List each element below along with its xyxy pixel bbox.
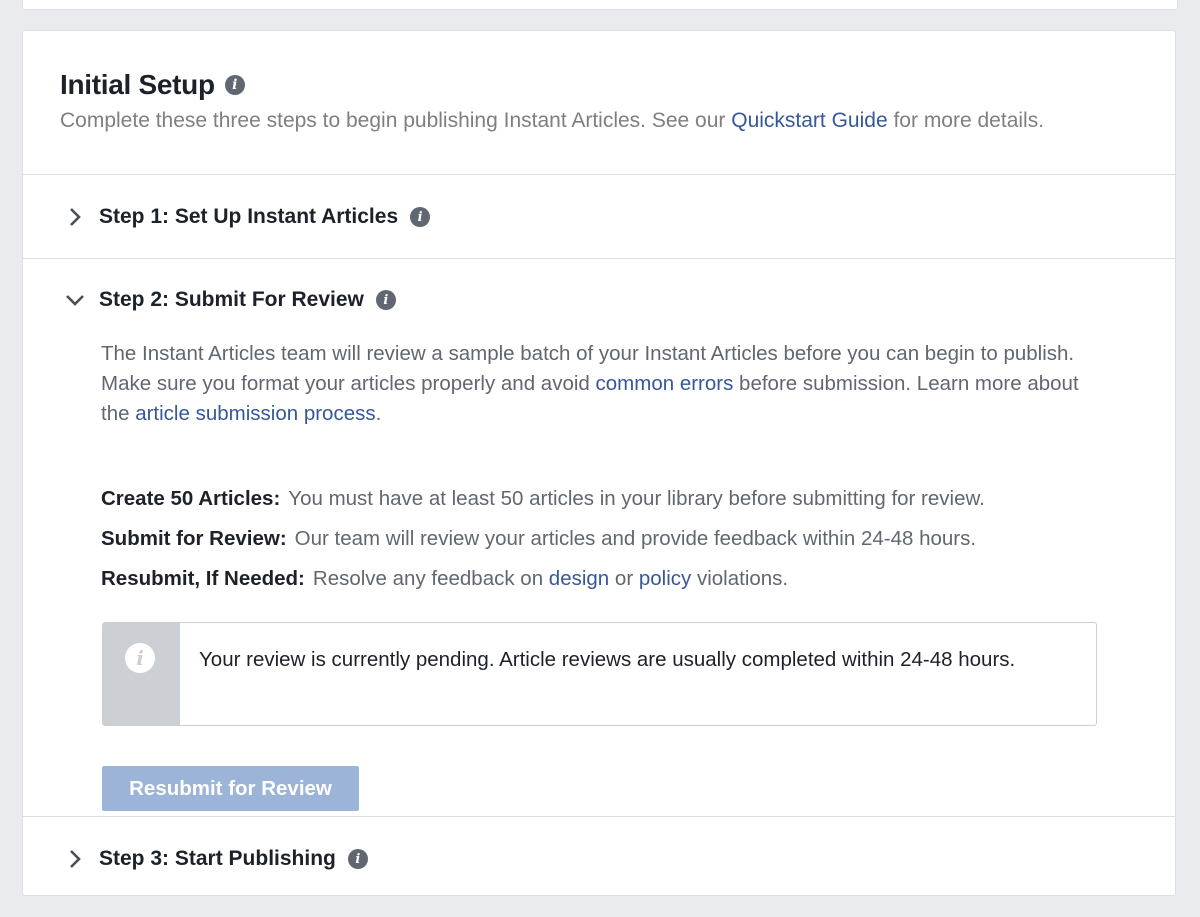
review-pending-notice: i Your review is currently pending. Arti… xyxy=(102,622,1097,726)
info-icon: i xyxy=(125,643,155,673)
info-icon[interactable]: i xyxy=(410,207,431,227)
requirement-text: Resolve any feedback on xyxy=(312,567,549,590)
previous-card xyxy=(22,0,1178,10)
page-title: Initial Setup xyxy=(60,69,215,100)
info-icon[interactable]: i xyxy=(224,75,245,95)
resubmit-for-review-button[interactable]: Resubmit for Review xyxy=(102,766,359,811)
requirement-label: Resubmit, If Needed: xyxy=(101,567,305,590)
title-row: Initial Setup i xyxy=(60,69,245,101)
chevron-down-icon xyxy=(63,288,87,312)
notice-sidebar: i xyxy=(103,623,180,725)
step-3-section: Step 3: Start Publishing i xyxy=(23,817,1175,897)
quickstart-guide-link[interactable]: Quickstart Guide xyxy=(731,109,887,132)
requirement-label: Submit for Review: xyxy=(101,527,287,550)
info-icon[interactable]: i xyxy=(347,849,368,869)
requirement-resubmit: Resubmit, If Needed: Resolve any feedback… xyxy=(101,567,788,591)
step-2-description: The Instant Articles team will review a … xyxy=(101,339,1111,429)
subtitle-text-end: for more details. xyxy=(887,109,1045,132)
subtitle-text: Complete these three steps to begin publ… xyxy=(60,109,732,132)
step-3-title: Step 3: Start Publishing xyxy=(99,847,336,870)
step-2-section: Step 2: Submit For Review i The Instant … xyxy=(23,259,1175,817)
initial-setup-card: Initial Setup i Complete these three ste… xyxy=(22,30,1176,896)
step-1-section: Step 1: Set Up Instant Articles i xyxy=(23,175,1175,259)
requirement-text: Our team will review your articles and p… xyxy=(294,527,977,550)
requirement-text: You must have at least 50 articles in yo… xyxy=(288,487,985,510)
requirement-text: or xyxy=(609,567,639,590)
card-header: Initial Setup i Complete these three ste… xyxy=(23,31,1175,175)
step-3-header[interactable]: Step 3: Start Publishing i xyxy=(63,847,368,871)
step-2-title: Step 2: Submit For Review xyxy=(99,288,364,311)
step-2-header[interactable]: Step 2: Submit For Review i xyxy=(63,288,396,312)
common-errors-link[interactable]: common errors xyxy=(596,372,734,395)
step-1-title: Step 1: Set Up Instant Articles xyxy=(99,205,399,228)
design-link[interactable]: design xyxy=(549,567,609,590)
requirement-create-articles: Create 50 Articles: You must have at leas… xyxy=(101,487,985,511)
chevron-right-icon xyxy=(63,847,87,871)
description-text: . xyxy=(375,402,382,425)
chevron-right-icon xyxy=(63,205,87,229)
requirement-label: Create 50 Articles: xyxy=(101,487,281,510)
policy-link[interactable]: policy xyxy=(639,567,691,590)
step-1-header[interactable]: Step 1: Set Up Instant Articles i xyxy=(63,205,431,229)
page-subtitle: Complete these three steps to begin publ… xyxy=(60,109,1044,133)
requirement-text: violations. xyxy=(691,567,789,590)
requirement-submit-review: Submit for Review: Our team will review y… xyxy=(101,527,976,551)
info-icon[interactable]: i xyxy=(375,290,396,310)
notice-text: Your review is currently pending. Articl… xyxy=(199,648,1016,671)
article-submission-process-link[interactable]: article submission process xyxy=(135,402,375,425)
